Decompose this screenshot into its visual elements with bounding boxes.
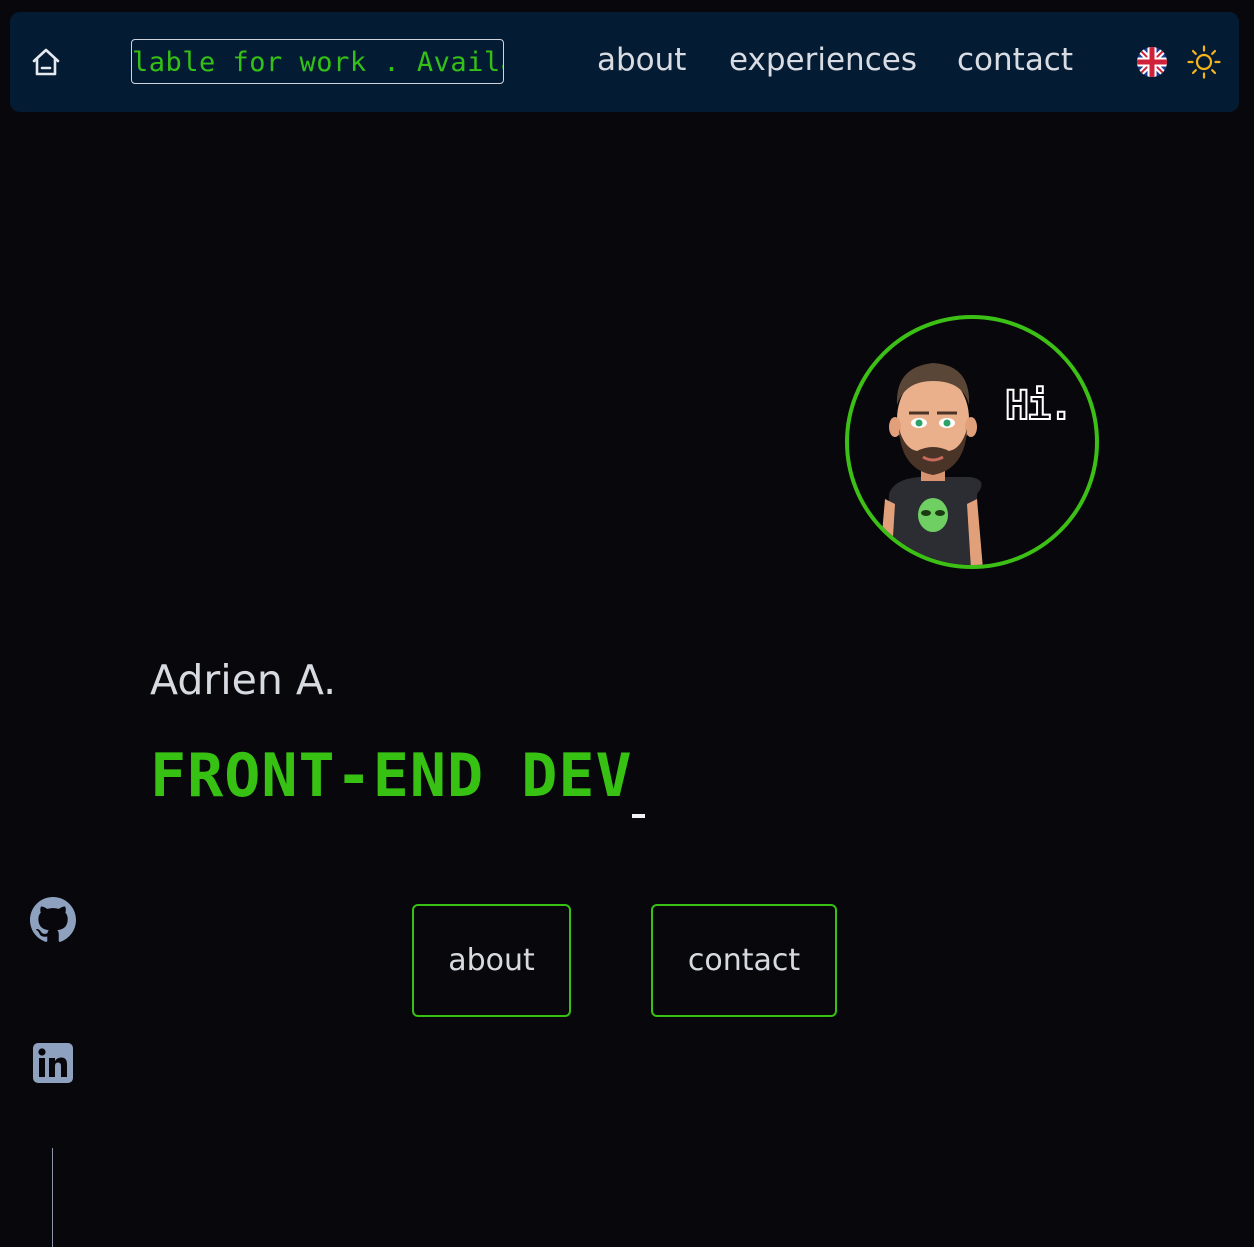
home-icon[interactable] xyxy=(30,46,62,78)
uk-flag-icon[interactable] xyxy=(1137,47,1167,77)
about-button[interactable]: about xyxy=(412,904,571,1017)
contact-button[interactable]: contact xyxy=(651,904,837,1017)
marquee-text: lable for work . Available for work . Av… xyxy=(132,47,503,78)
navbar: lable for work . Available for work . Av… xyxy=(10,12,1239,112)
sun-icon[interactable] xyxy=(1187,45,1221,79)
social-divider-line xyxy=(52,1148,53,1247)
hero-role: FRONT-END DEV xyxy=(150,741,633,811)
nav-link-experiences[interactable]: experiences xyxy=(729,42,917,78)
nav-link-contact[interactable]: contact xyxy=(957,42,1073,78)
github-icon[interactable] xyxy=(30,897,76,943)
typing-cursor xyxy=(632,814,645,818)
nav-link-about[interactable]: about xyxy=(597,42,686,78)
avatar xyxy=(845,315,1099,569)
linkedin-icon[interactable] xyxy=(32,1042,74,1084)
avatar-greeting: Hi. xyxy=(1004,382,1074,430)
availability-marquee: lable for work . Available for work . Av… xyxy=(131,39,504,84)
bitmoji-avatar xyxy=(879,363,983,565)
hero-name: Adrien A. xyxy=(150,656,337,704)
